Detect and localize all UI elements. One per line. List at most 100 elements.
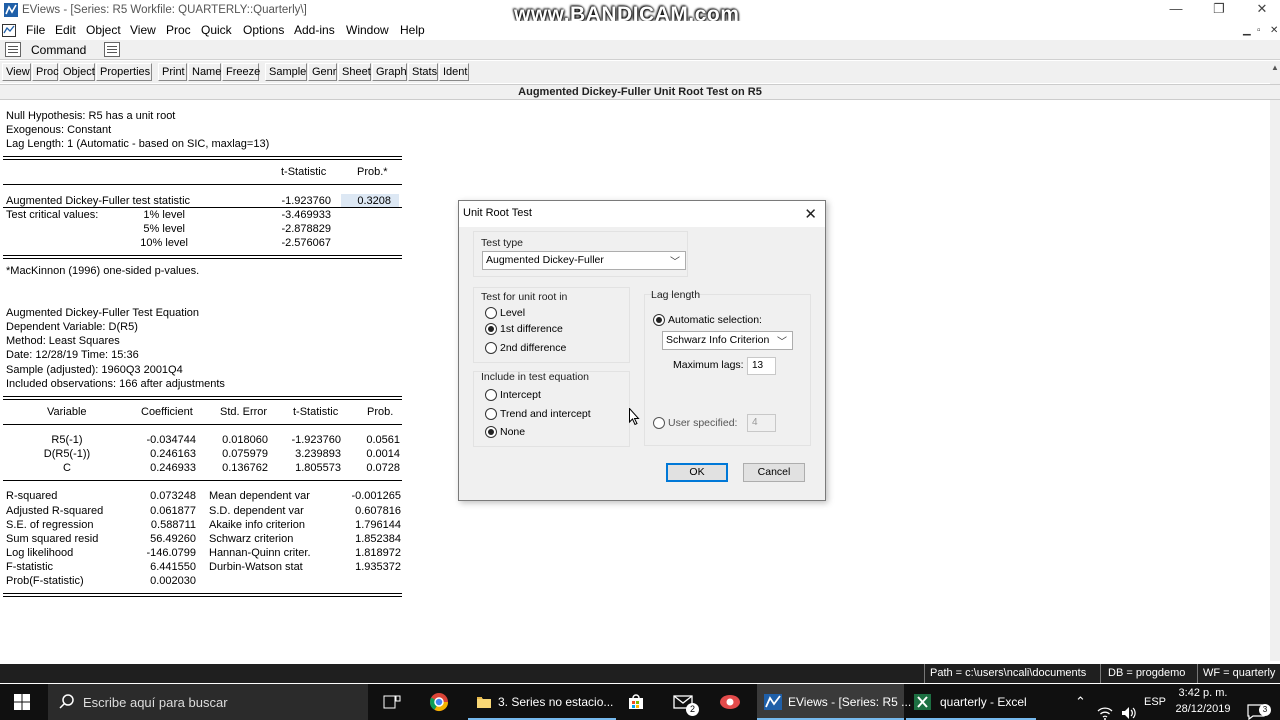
close-button[interactable]: ✕ <box>1247 1 1277 19</box>
store-icon[interactable] <box>627 693 645 711</box>
chrome-icon[interactable] <box>429 692 449 712</box>
menu-window[interactable]: Window <box>346 23 389 37</box>
toolbar-view-button[interactable]: View <box>2 63 31 81</box>
toolbar-name-button[interactable]: Name <box>188 63 221 81</box>
toolbar-properties-button[interactable]: Properties <box>96 63 152 81</box>
radio-automatic-selection[interactable] <box>653 314 665 326</box>
radio-intercept[interactable] <box>485 389 497 401</box>
radio-2nd-difference[interactable] <box>485 342 497 354</box>
radio-none[interactable] <box>485 426 497 438</box>
volume-icon[interactable] <box>1121 695 1137 720</box>
observations: Included observations: 166 after adjustm… <box>6 378 225 390</box>
taskbar-item-eviews[interactable]: EViews - [Series: R5 ... <box>757 684 911 720</box>
toolbar-proc-button[interactable]: Proc <box>32 63 59 81</box>
taskbar-search[interactable]: Escribe aquí para buscar <box>48 684 368 720</box>
capture-window-icon[interactable] <box>104 42 120 57</box>
radio-1st-difference-label[interactable]: 1st difference <box>500 323 563 335</box>
menu-help[interactable]: Help <box>400 23 425 37</box>
toolbar-sheet-button[interactable]: Sheet <box>338 63 371 81</box>
toolbar-freeze-button[interactable]: Freeze <box>222 63 260 81</box>
table-rule <box>3 156 402 157</box>
document-icon[interactable] <box>2 24 16 37</box>
table-rule <box>3 424 402 425</box>
scroll-up-icon[interactable]: ▲ <box>1271 63 1279 72</box>
maximize-button[interactable]: ❐ <box>1204 1 1234 19</box>
mdi-minimize-icon[interactable]: ▁ <box>1243 25 1251 36</box>
mdi-restore-icon[interactable]: ▫ <box>1257 25 1261 36</box>
radio-level-label[interactable]: Level <box>500 307 525 319</box>
menu-edit[interactable]: Edit <box>55 23 76 37</box>
menu-view[interactable]: View <box>130 23 156 37</box>
language-indicator[interactable]: ESP <box>1144 696 1166 720</box>
toolbar-ident-button[interactable]: Ident <box>439 63 469 81</box>
menu-object[interactable]: Object <box>86 23 121 37</box>
cancel-button[interactable]: Cancel <box>743 463 805 482</box>
toolbar-print-button[interactable]: Print <box>158 63 187 81</box>
radio-user-specified[interactable] <box>653 417 665 429</box>
minimize-button[interactable]: — <box>1161 1 1191 19</box>
crit-level: 1% level <box>143 209 185 221</box>
radio-trend-and-intercept[interactable] <box>485 408 497 420</box>
menu-addins[interactable]: Add-ins <box>294 23 335 37</box>
radio-none-label[interactable]: None <box>500 426 525 438</box>
user-specified-input[interactable]: 4 <box>747 414 776 432</box>
vertical-scrollbar[interactable]: ▲ <box>1270 61 1280 661</box>
command-bar: Command <box>0 40 1280 60</box>
status-wf: WF = quarterly <box>1203 667 1276 679</box>
radio-2nd-difference-label[interactable]: 2nd difference <box>500 342 566 354</box>
screen-recorder-icon[interactable] <box>719 693 741 711</box>
criterion-dropdown[interactable]: Schwarz Info Criterion ﹀ <box>662 331 793 350</box>
wifi-icon[interactable] <box>1097 695 1113 720</box>
task-view-icon[interactable] <box>383 694 401 710</box>
toolbar-graph-button[interactable]: Graph <box>372 63 407 81</box>
col-prob-header: Prob.* <box>357 166 388 178</box>
crit-value: -2.576067 <box>281 237 331 249</box>
dialog-close-icon[interactable]: ✕ <box>804 205 817 223</box>
adf-prob[interactable]: 0.3208 <box>341 194 399 208</box>
critical-values-label: Test critical values: <box>6 209 99 221</box>
menu-bar: File Edit Object View Proc Quick Options… <box>0 21 1280 40</box>
menu-file[interactable]: File <box>26 23 45 37</box>
windows-start-icon[interactable] <box>14 694 30 710</box>
title-bar: EViews - [Series: R5 Workfile: QUARTERLY… <box>0 0 1280 26</box>
radio-user-specified-label[interactable]: User specified: <box>668 417 737 429</box>
include-label: Include in test equation <box>481 371 589 383</box>
menu-proc[interactable]: Proc <box>166 23 191 37</box>
radio-intercept-label[interactable]: Intercept <box>500 389 541 401</box>
menu-options[interactable]: Options <box>243 23 284 37</box>
adf-tstat: -1.923760 <box>281 195 331 207</box>
radio-automatic-selection-label[interactable]: Automatic selection: <box>668 314 762 326</box>
toolbar-stats-button[interactable]: Stats <box>408 63 438 81</box>
search-placeholder: Escribe aquí para buscar <box>83 695 228 710</box>
toolbar-object-button[interactable]: Object <box>59 63 95 81</box>
exogenous: Exogenous: Constant <box>6 124 112 136</box>
output-header: Augmented Dickey-Fuller Unit Root Test o… <box>0 84 1280 100</box>
command-window-icon[interactable] <box>5 42 21 57</box>
crit-level: 10% level <box>140 237 188 249</box>
eviews-icon <box>764 694 782 710</box>
test-type-dropdown[interactable]: Augmented Dickey-Fuller ﹀ <box>482 251 686 270</box>
col-tstat-header: t-Statistic <box>281 166 327 178</box>
clock-date[interactable]: 28/12/2019 <box>1172 703 1234 720</box>
command-label[interactable]: Command <box>31 43 86 57</box>
ok-button[interactable]: OK <box>666 463 728 482</box>
coef-header: Variable <box>47 406 87 418</box>
mdi-close-icon[interactable]: ✕ <box>1270 25 1278 36</box>
menu-quick[interactable]: Quick <box>201 23 232 37</box>
radio-trend-and-intercept-label[interactable]: Trend and intercept <box>500 408 591 420</box>
excel-icon <box>914 694 931 710</box>
max-lags-input[interactable]: 13 <box>747 357 776 375</box>
taskbar-item-folder[interactable]: 3. Series no estacio... <box>468 684 616 720</box>
table-rule <box>3 480 402 481</box>
toolbar-sample-button[interactable]: Sample <box>265 63 307 81</box>
dependent-variable: Dependent Variable: D(R5) <box>6 321 138 333</box>
radio-1st-difference[interactable] <box>485 323 497 335</box>
max-lags-label: Maximum lags: <box>673 359 744 371</box>
footnote: *MacKinnon (1996) one-sided p-values. <box>6 265 200 277</box>
coef-header: Std. Error <box>220 406 268 418</box>
toolbar-genr-button[interactable]: Genr <box>308 63 337 81</box>
radio-level[interactable] <box>485 307 497 319</box>
taskbar-item-excel[interactable]: quarterly - Excel <box>906 684 1036 720</box>
window-title: EViews - [Series: R5 Workfile: QUARTERLY… <box>22 4 307 16</box>
tray-chevron-up-icon[interactable]: ⌃ <box>1075 694 1086 720</box>
